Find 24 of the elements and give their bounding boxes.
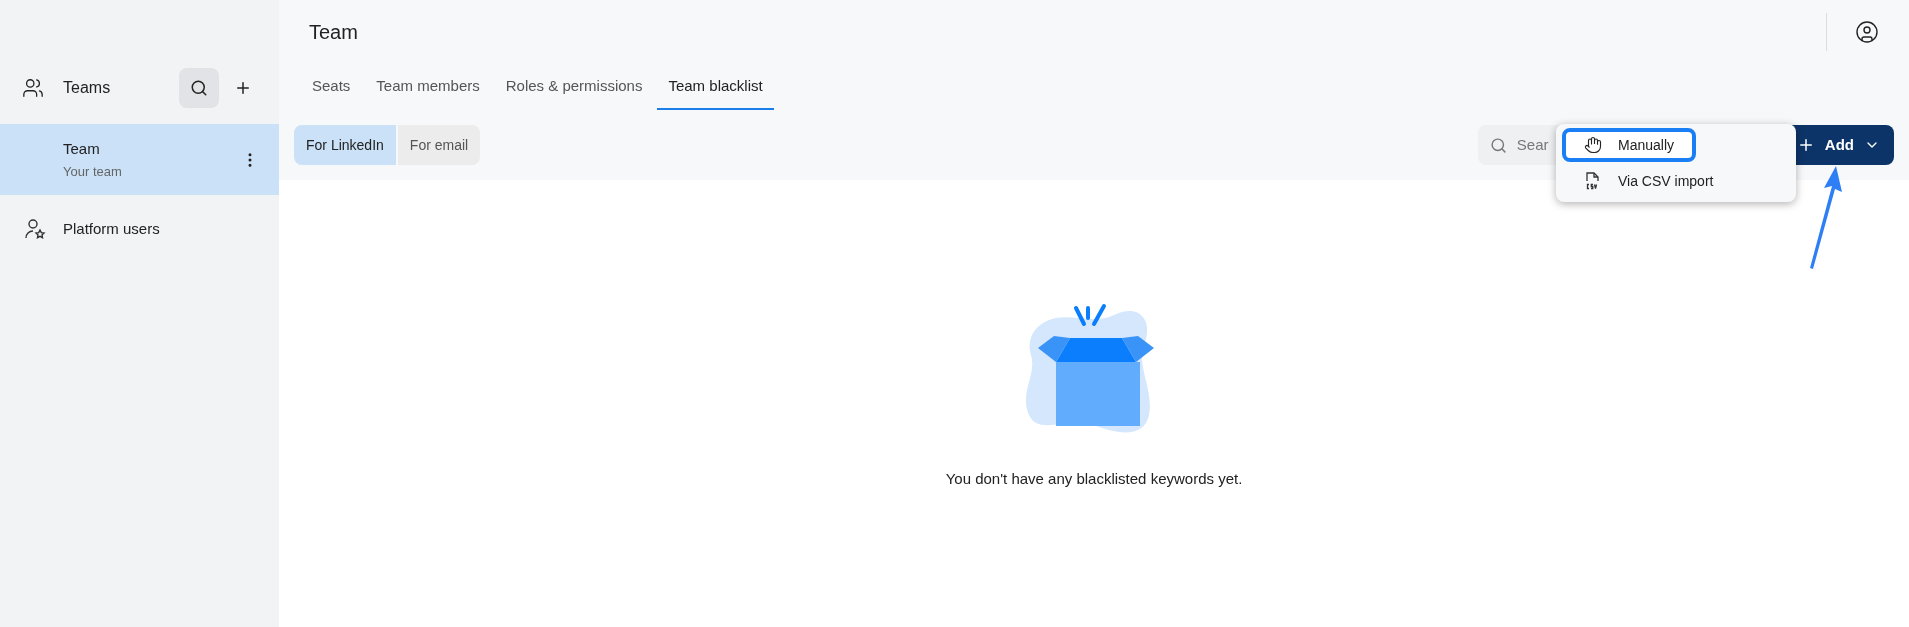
csv-file-icon <box>1584 171 1602 191</box>
search-icon <box>190 79 208 97</box>
page-title: Team <box>309 20 359 45</box>
empty-message: You don't have any blacklisted keywords yet. <box>945 469 1243 489</box>
search-button[interactable] <box>179 68 219 108</box>
search-icon <box>1489 136 1507 154</box>
filter-toggle[interactable]: For email <box>397 125 481 165</box>
team-name: Team <box>63 138 101 159</box>
tab[interactable]: Seats <box>301 64 362 110</box>
user-star-icon <box>24 218 46 240</box>
sidebar-heading: Teams <box>63 78 112 98</box>
menu-item[interactable]: Via CSV import <box>1562 164 1790 198</box>
hand-icon <box>1584 136 1602 154</box>
tab[interactable]: Team blacklist <box>657 64 774 110</box>
filter-toggle[interactable]: For LinkedIn <box>294 125 396 165</box>
team-subtitle: Your team <box>63 163 123 181</box>
menu-item[interactable]: Manually <box>1562 128 1696 162</box>
account-icon[interactable] <box>1855 20 1879 44</box>
tab[interactable]: Roles & permissions <box>494 64 654 110</box>
team-icon <box>22 77 44 99</box>
tab[interactable]: Team members <box>365 64 491 110</box>
sidebar-item[interactable]: Platform users <box>0 195 279 263</box>
plus-icon <box>234 79 252 97</box>
team-list-item[interactable]: Team Your team <box>0 124 279 195</box>
